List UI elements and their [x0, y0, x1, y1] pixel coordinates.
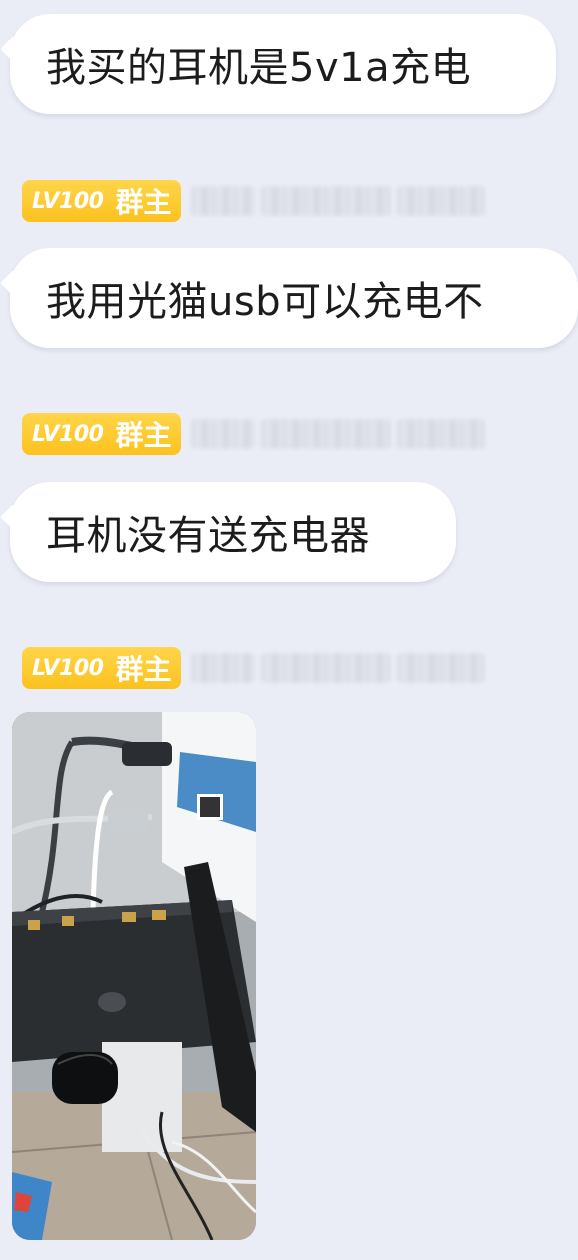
level-badge[interactable]: LV100 群主	[22, 180, 182, 222]
photo-message[interactable]	[12, 712, 256, 1240]
level-label: LV100	[32, 421, 104, 447]
level-label: LV100	[32, 188, 104, 214]
level-badge[interactable]: LV100 群主	[22, 647, 182, 689]
message-bubble[interactable]: 我用光猫usb可以充电不	[10, 248, 578, 348]
sender-info: LV100 群主	[22, 180, 486, 222]
role-label: 群主	[115, 186, 172, 219]
sender-info: LV100 群主	[22, 647, 486, 689]
message-text: 耳机没有送充电器	[46, 513, 370, 559]
photo-image	[12, 712, 256, 1240]
sender-name-blurred[interactable]	[191, 186, 486, 216]
message-text: 我用光猫usb可以充电不	[46, 279, 484, 325]
sender-info: LV100 群主	[22, 413, 486, 455]
level-label: LV100	[32, 655, 104, 681]
message-bubble[interactable]: 耳机没有送充电器	[10, 482, 456, 582]
role-label: 群主	[115, 419, 172, 452]
message-text: 我买的耳机是5v1a充电	[46, 45, 472, 91]
role-label: 群主	[115, 653, 172, 686]
message-bubble[interactable]: 我买的耳机是5v1a充电	[10, 14, 556, 114]
level-badge[interactable]: LV100 群主	[22, 413, 182, 455]
sender-name-blurred[interactable]	[191, 419, 486, 449]
sender-name-blurred[interactable]	[191, 653, 486, 683]
